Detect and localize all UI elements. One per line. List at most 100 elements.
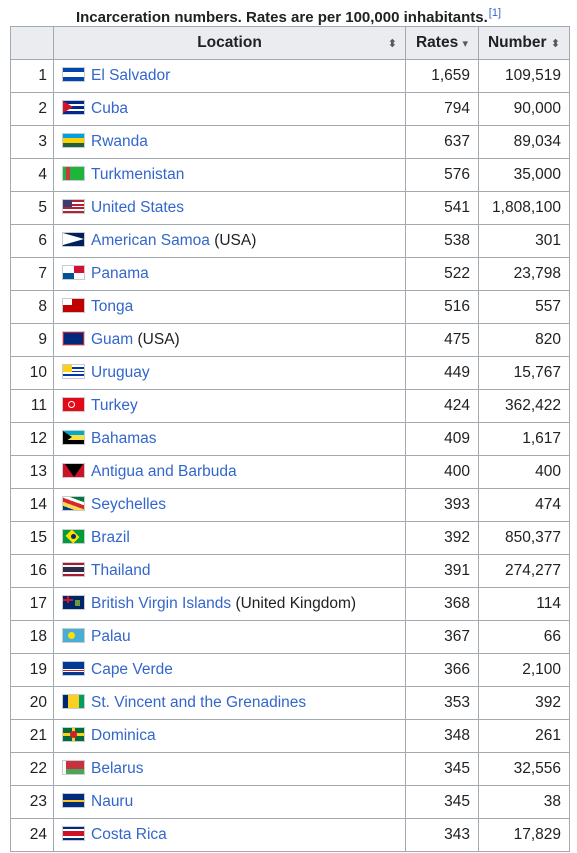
vc-flag-icon (62, 694, 85, 709)
country-link[interactable]: El Salvador (91, 67, 170, 84)
country-link[interactable]: Brazil (91, 529, 130, 546)
number-cell: 17,829 (478, 818, 570, 852)
location-cell: Palau (53, 620, 406, 654)
table-row: 20 St. Vincent and the Grenadines 353 392 (10, 686, 570, 720)
row-index: 10 (10, 356, 54, 390)
us-flag-icon (62, 199, 85, 214)
number-cell: 38 (478, 785, 570, 819)
location-cell: Nauru (53, 785, 406, 819)
number-cell: 301 (478, 224, 570, 258)
country-link[interactable]: Uruguay (91, 364, 150, 381)
number-cell: 2,100 (478, 653, 570, 687)
rate-cell: 538 (405, 224, 479, 258)
caption-title: Incarceration numbers. Rates are per 100… (75, 9, 488, 26)
country-link[interactable]: United States (91, 199, 184, 216)
number-header[interactable]: Number ⬍ (478, 26, 570, 60)
country-link[interactable]: Tonga (91, 298, 133, 315)
location-cell: United States (53, 191, 406, 225)
location-cell: Cape Verde (53, 653, 406, 687)
location-header[interactable]: Location ⬍ (53, 26, 406, 60)
number-cell: 114 (478, 587, 570, 621)
row-index: 23 (10, 785, 54, 819)
row-index: 6 (10, 224, 54, 258)
number-header-label: Number (487, 34, 547, 51)
row-index: 20 (10, 686, 54, 720)
number-cell: 1,808,100 (478, 191, 570, 225)
rate-cell: 1,659 (405, 59, 479, 93)
table-row: 10 Uruguay 449 15,767 (10, 356, 570, 390)
country-link[interactable]: Cape Verde (91, 661, 173, 678)
location-cell: American Samoa (USA) (53, 224, 406, 258)
number-cell: 820 (478, 323, 570, 357)
rates-header-label: Rates (415, 34, 459, 51)
number-cell: 90,000 (478, 92, 570, 126)
country-link[interactable]: Panama (91, 265, 149, 282)
table-row: 17 British Virgin Islands (United Kingdom… (10, 587, 570, 621)
row-index: 5 (10, 191, 54, 225)
rate-cell: 353 (405, 686, 479, 720)
country-link[interactable]: Turkey (91, 397, 138, 414)
country-link[interactable]: Bahamas (91, 430, 156, 447)
table-row: 12 Bahamas 409 1,617 (10, 422, 570, 456)
table-row: 3 Rwanda 637 89,034 (10, 125, 570, 159)
rate-cell: 409 (405, 422, 479, 456)
country-suffix: (United Kingdom) (231, 595, 357, 612)
row-index: 12 (10, 422, 54, 456)
rate-cell: 424 (405, 389, 479, 423)
country-link[interactable]: Costa Rica (91, 826, 167, 843)
location-cell: Panama (53, 257, 406, 291)
country-link[interactable]: Seychelles (91, 496, 166, 513)
row-index: 2 (10, 92, 54, 126)
rates-header[interactable]: Rates ▾ (405, 26, 479, 60)
rate-cell: 393 (405, 488, 479, 522)
number-cell: 850,377 (478, 521, 570, 555)
country-link[interactable]: Dominica (91, 727, 156, 744)
location-cell: Turkmenistan (53, 158, 406, 192)
number-cell: 474 (478, 488, 570, 522)
country-link[interactable]: Nauru (91, 793, 133, 810)
location-cell: Cuba (53, 92, 406, 126)
reference-link[interactable]: [1] (489, 7, 501, 19)
location-cell: Tonga (53, 290, 406, 324)
rate-cell: 475 (405, 323, 479, 357)
country-link[interactable]: American Samoa (91, 232, 210, 249)
vg-flag-icon (62, 595, 85, 610)
row-index: 14 (10, 488, 54, 522)
country-link[interactable]: Cuba (91, 100, 128, 117)
country-link[interactable]: Thailand (91, 562, 150, 579)
row-index: 15 (10, 521, 54, 555)
country-link[interactable]: British Virgin Islands (91, 595, 231, 612)
country-link[interactable]: Antigua and Barbuda (91, 463, 237, 480)
row-index: 24 (10, 818, 54, 852)
location-cell: El Salvador (53, 59, 406, 93)
row-index: 9 (10, 323, 54, 357)
country-link[interactable]: Rwanda (91, 133, 148, 150)
rw-flag-icon (62, 133, 85, 148)
row-index: 16 (10, 554, 54, 588)
country-link[interactable]: Palau (91, 628, 131, 645)
country-link[interactable]: St. Vincent and the Grenadines (91, 694, 306, 711)
bs-flag-icon (62, 430, 85, 445)
cu-flag-icon (62, 100, 85, 115)
rate-cell: 449 (405, 356, 479, 390)
location-cell: British Virgin Islands (United Kingdom) (53, 587, 406, 621)
pw-flag-icon (62, 628, 85, 643)
country-suffix: (USA) (209, 232, 257, 249)
number-cell: 35,000 (478, 158, 570, 192)
location-cell: Rwanda (53, 125, 406, 159)
rate-cell: 516 (405, 290, 479, 324)
header-row: Location ⬍ Rates ▾ Number ⬍ (10, 26, 570, 60)
number-cell: 557 (478, 290, 570, 324)
location-cell: Belarus (53, 752, 406, 786)
country-link[interactable]: Belarus (91, 760, 144, 777)
row-index: 3 (10, 125, 54, 159)
table-row: 6 American Samoa (USA) 538 301 (10, 224, 570, 258)
rate-cell: 637 (405, 125, 479, 159)
by-flag-icon (62, 760, 85, 775)
sort-icon: ⬍ (550, 38, 561, 50)
country-link[interactable]: Guam (91, 331, 133, 348)
number-cell: 89,034 (478, 125, 570, 159)
row-index: 18 (10, 620, 54, 654)
country-link[interactable]: Turkmenistan (91, 166, 184, 183)
table-row: 8 Tonga 516 557 (10, 290, 570, 324)
